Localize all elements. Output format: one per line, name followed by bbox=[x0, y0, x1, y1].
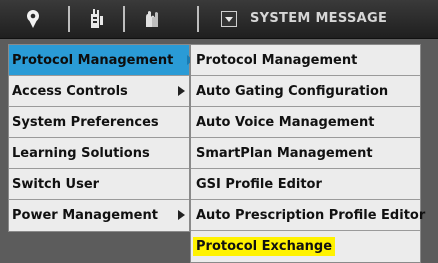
submenu-item-label: SmartPlan Management bbox=[196, 145, 373, 161]
menu-item-protocol-management[interactable]: Protocol Management bbox=[9, 45, 194, 76]
main-menu: Protocol Management Access Controls Syst… bbox=[8, 44, 194, 232]
menu-item-label: Access Controls bbox=[12, 83, 128, 99]
menu-item-label: Learning Solutions bbox=[12, 145, 150, 161]
app-frame: SYSTEM MESSAGE Protocol Management Acces… bbox=[0, 0, 438, 263]
submenu-item-label: Auto Voice Management bbox=[196, 114, 375, 130]
submenu-item-label: GSI Profile Editor bbox=[196, 176, 322, 192]
submenu-item-label: Protocol Management bbox=[196, 52, 358, 68]
menu-item-power-management[interactable]: Power Management bbox=[9, 200, 189, 231]
location-pin-icon[interactable] bbox=[18, 5, 48, 33]
menu-item-label: Protocol Management bbox=[12, 52, 174, 68]
submenu-item-label: Auto Prescription Profile Editor bbox=[196, 207, 426, 223]
toolbar-separator bbox=[123, 6, 125, 32]
submenu-item-auto-gating-configuration[interactable]: Auto Gating Configuration bbox=[191, 76, 420, 107]
toolbar: SYSTEM MESSAGE bbox=[0, 0, 438, 39]
submenu-item-auto-voice-management[interactable]: Auto Voice Management bbox=[191, 107, 420, 138]
protocol-management-submenu: Protocol Management Auto Gating Configur… bbox=[190, 44, 425, 263]
highlighted-menu-label: Protocol Exchange bbox=[193, 237, 336, 256]
menu-item-access-controls[interactable]: Access Controls bbox=[9, 76, 189, 107]
submenu-item-protocol-management[interactable]: Protocol Management bbox=[191, 45, 420, 76]
submenu-item-protocol-exchange[interactable]: Protocol Exchange bbox=[191, 231, 420, 262]
toolbar-separator bbox=[197, 6, 199, 32]
menu-item-switch-user[interactable]: Switch User bbox=[9, 169, 189, 200]
toolbar-separator bbox=[68, 6, 70, 32]
phone-antenna-icon[interactable] bbox=[82, 5, 110, 33]
submenu-item-smartplan-management[interactable]: SmartPlan Management bbox=[191, 138, 420, 169]
system-message-toggle[interactable] bbox=[221, 11, 237, 27]
submenu-arrow-icon bbox=[178, 86, 185, 96]
submenu-item-auto-prescription-profile-editor[interactable]: Auto Prescription Profile Editor bbox=[191, 200, 425, 231]
menu-item-label: Power Management bbox=[12, 208, 158, 223]
submenu-item-gsi-profile-editor[interactable]: GSI Profile Editor bbox=[191, 169, 420, 200]
menu-item-system-preferences[interactable]: System Preferences bbox=[9, 107, 189, 138]
menu-item-learning-solutions[interactable]: Learning Solutions bbox=[9, 138, 189, 169]
submenu-arrow-icon bbox=[178, 210, 185, 220]
menu-item-label: System Preferences bbox=[12, 114, 159, 130]
gloves-icon[interactable] bbox=[138, 5, 166, 33]
menu-item-label: Switch User bbox=[12, 176, 100, 192]
system-message-label[interactable]: SYSTEM MESSAGE bbox=[250, 11, 387, 26]
submenu-item-label: Auto Gating Configuration bbox=[196, 83, 389, 99]
